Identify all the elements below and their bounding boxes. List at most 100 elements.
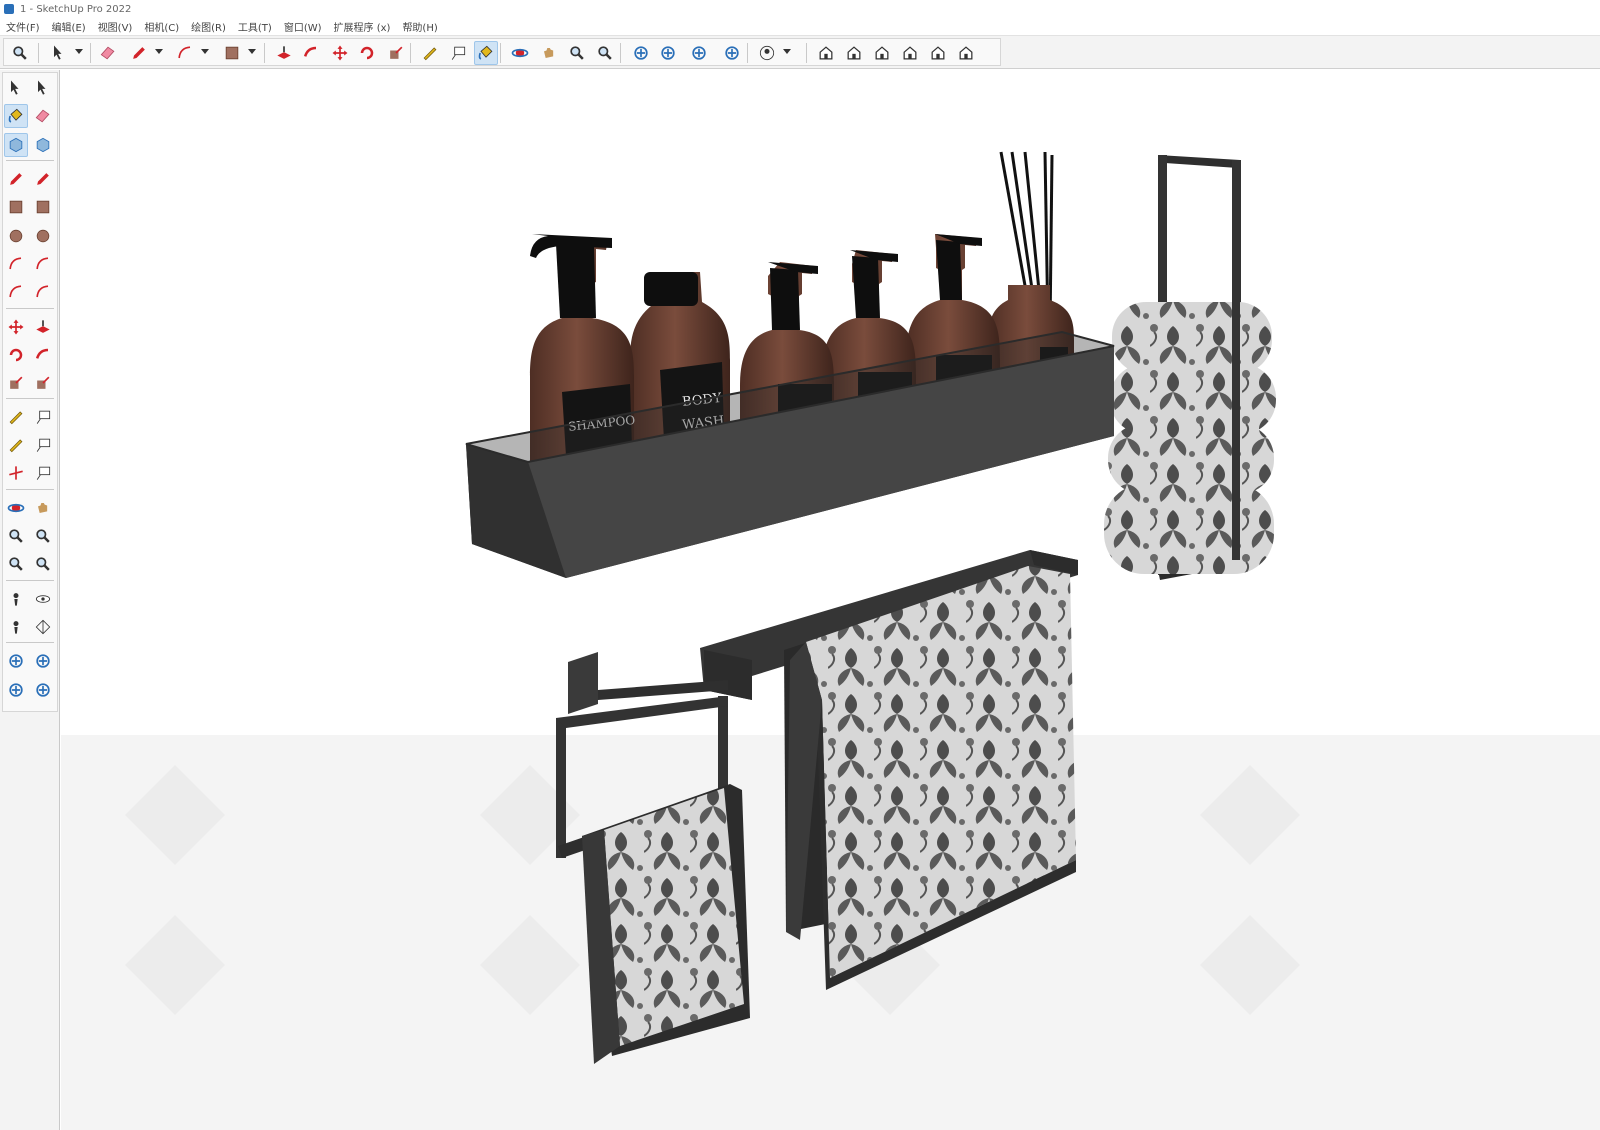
text-icon[interactable] xyxy=(446,41,470,65)
offset-icon[interactable] xyxy=(31,371,55,395)
pencil-line-icon[interactable] xyxy=(127,41,151,65)
push-pull-icon[interactable] xyxy=(272,41,296,65)
eraser-icon[interactable] xyxy=(31,104,55,128)
follow-me-icon[interactable] xyxy=(31,343,55,367)
layout-icon[interactable] xyxy=(4,678,28,702)
menu-item-5[interactable]: 工具(T) xyxy=(232,19,278,34)
tape-measure-icon[interactable] xyxy=(4,405,28,429)
dropdown-arrow-icon[interactable] xyxy=(201,49,209,54)
extension-warehouse-icon[interactable] xyxy=(656,41,680,65)
toolbar-separator xyxy=(410,43,411,63)
paint-bucket-icon[interactable] xyxy=(4,104,28,128)
look-around-icon[interactable] xyxy=(31,587,55,611)
zoom-window-icon[interactable] xyxy=(31,524,55,548)
left-toolbar-separator xyxy=(6,580,54,581)
warehouse-icon[interactable] xyxy=(629,41,653,65)
left-view-icon[interactable] xyxy=(954,41,978,65)
toolbar-separator xyxy=(38,43,39,63)
menu-item-2[interactable]: 视图(V) xyxy=(92,19,139,34)
move-icon[interactable] xyxy=(4,315,28,339)
left-toolbar-separator xyxy=(6,308,54,309)
left-toolbar-separator xyxy=(6,489,54,490)
extension-warehouse-icon[interactable] xyxy=(31,649,55,673)
menu-item-0[interactable]: 文件(F) xyxy=(0,19,46,34)
circle-icon[interactable] xyxy=(4,224,28,248)
polygon-icon[interactable] xyxy=(31,224,55,248)
select-icon[interactable] xyxy=(47,41,71,65)
menu-bar: 文件(F) 编辑(E) 视图(V) 相机(C) 绘图(R) 工具(T) 窗口(W) 扩展程序 … xyxy=(0,18,1600,35)
menu-item-4[interactable]: 绘图(R) xyxy=(185,19,232,34)
top-view-icon[interactable] xyxy=(870,41,894,65)
profile-icon[interactable] xyxy=(755,41,779,65)
zoom-icon[interactable] xyxy=(565,41,589,65)
eraser-icon[interactable] xyxy=(96,41,120,65)
toolbar-separator xyxy=(500,43,501,63)
text-icon[interactable] xyxy=(31,433,55,457)
walk-icon[interactable] xyxy=(4,615,28,639)
make-component-icon[interactable] xyxy=(4,133,28,157)
toolbar-separator xyxy=(90,43,91,63)
freehand-icon[interactable] xyxy=(31,167,55,191)
rectangle-icon[interactable] xyxy=(4,195,28,219)
pan-icon[interactable] xyxy=(31,496,55,520)
zoom-window-icon[interactable] xyxy=(593,41,617,65)
lasso-select-icon[interactable] xyxy=(31,76,55,100)
axes-icon[interactable] xyxy=(4,461,28,485)
tag-tool-icon[interactable] xyxy=(31,133,55,157)
pencil-line-icon[interactable] xyxy=(4,167,28,191)
menu-item-7[interactable]: 扩展程序 (x) xyxy=(328,19,397,34)
scale-icon[interactable] xyxy=(384,41,408,65)
dropdown-arrow-icon[interactable] xyxy=(155,49,163,54)
left-toolbar-separator xyxy=(6,160,54,161)
dropdown-arrow-icon[interactable] xyxy=(783,49,791,54)
pie-icon[interactable] xyxy=(31,280,55,304)
toolbar-separator xyxy=(747,43,748,63)
front-view-icon[interactable] xyxy=(842,41,866,65)
three-point-arc-icon[interactable] xyxy=(4,280,28,304)
rotate-icon[interactable] xyxy=(355,41,379,65)
toolbar-separator xyxy=(264,43,265,63)
scale-icon[interactable] xyxy=(4,371,28,395)
protractor-icon[interactable] xyxy=(4,433,28,457)
back-view-icon[interactable] xyxy=(926,41,950,65)
left-toolbar-separator xyxy=(6,398,54,399)
extension-manager-icon[interactable] xyxy=(720,41,744,65)
orbit-icon[interactable] xyxy=(4,496,28,520)
dropdown-arrow-icon[interactable] xyxy=(75,49,83,54)
tape-measure-icon[interactable] xyxy=(418,41,442,65)
menu-item-6[interactable]: 窗口(W) xyxy=(278,19,328,34)
warehouse-icon[interactable] xyxy=(4,649,28,673)
menu-item-8[interactable]: 帮助(H) xyxy=(396,19,443,34)
rotate-icon[interactable] xyxy=(4,343,28,367)
push-pull-icon[interactable] xyxy=(31,315,55,339)
dimension-icon[interactable] xyxy=(31,405,55,429)
position-camera-icon[interactable] xyxy=(4,587,28,611)
rotated-rectangle-icon[interactable] xyxy=(31,195,55,219)
3d-text-icon[interactable] xyxy=(31,461,55,485)
zoom-extents-icon[interactable] xyxy=(8,41,32,65)
arc-icon[interactable] xyxy=(4,252,28,276)
previous-view-icon[interactable] xyxy=(31,552,55,576)
paint-bucket-icon[interactable] xyxy=(474,41,498,65)
menu-item-3[interactable]: 相机(C) xyxy=(138,19,185,34)
menu-item-1[interactable]: 编辑(E) xyxy=(46,19,92,34)
pan-icon[interactable] xyxy=(537,41,561,65)
two-point-arc-icon[interactable] xyxy=(31,252,55,276)
rolled-towels xyxy=(1104,300,1276,574)
zoom-icon[interactable] xyxy=(4,524,28,548)
zoom-extents-icon[interactable] xyxy=(4,552,28,576)
move-icon[interactable] xyxy=(328,41,352,65)
select-icon[interactable] xyxy=(4,76,28,100)
right-view-icon[interactable] xyxy=(898,41,922,65)
arc-icon[interactable] xyxy=(173,41,197,65)
section-plane-icon[interactable] xyxy=(31,615,55,639)
orbit-icon[interactable] xyxy=(508,41,532,65)
rectangle-icon[interactable] xyxy=(220,41,244,65)
iso-view-icon[interactable] xyxy=(814,41,838,65)
dropdown-arrow-icon[interactable] xyxy=(248,49,256,54)
toolbar-separator xyxy=(806,43,807,63)
extension-manager-icon[interactable] xyxy=(31,678,55,702)
modeling-viewport[interactable]: BODY WASH SHAMPOO xyxy=(61,70,1600,1130)
layout-icon[interactable] xyxy=(687,41,711,65)
follow-me-icon[interactable] xyxy=(299,41,323,65)
